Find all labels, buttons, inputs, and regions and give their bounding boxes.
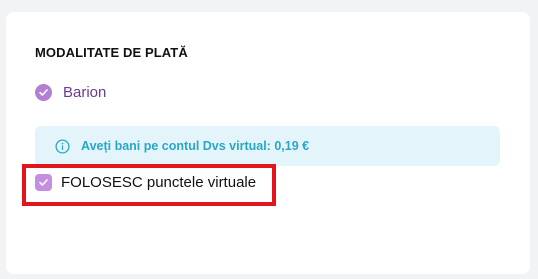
checkbox-checked-icon[interactable] [35, 174, 52, 191]
page-background: MODALITATE DE PLATĂ Barion Aveți bani pe… [0, 0, 538, 279]
virtual-balance-info: Aveți bani pe contul Dvs virtual: 0,19 € [35, 126, 500, 166]
use-virtual-points-option[interactable]: FOLOSESC punctele virtuale [35, 174, 256, 191]
payment-method-title: MODALITATE DE PLATĂ [35, 45, 188, 60]
use-virtual-points-label[interactable]: FOLOSESC punctele virtuale [61, 174, 256, 191]
virtual-balance-text: Aveți bani pe contul Dvs virtual: 0,19 € [81, 139, 310, 153]
payment-option-barion-label[interactable]: Barion [63, 84, 106, 101]
check-circle-icon[interactable] [35, 84, 52, 101]
info-circle-icon [55, 138, 70, 154]
payment-option-barion[interactable]: Barion [35, 84, 106, 101]
